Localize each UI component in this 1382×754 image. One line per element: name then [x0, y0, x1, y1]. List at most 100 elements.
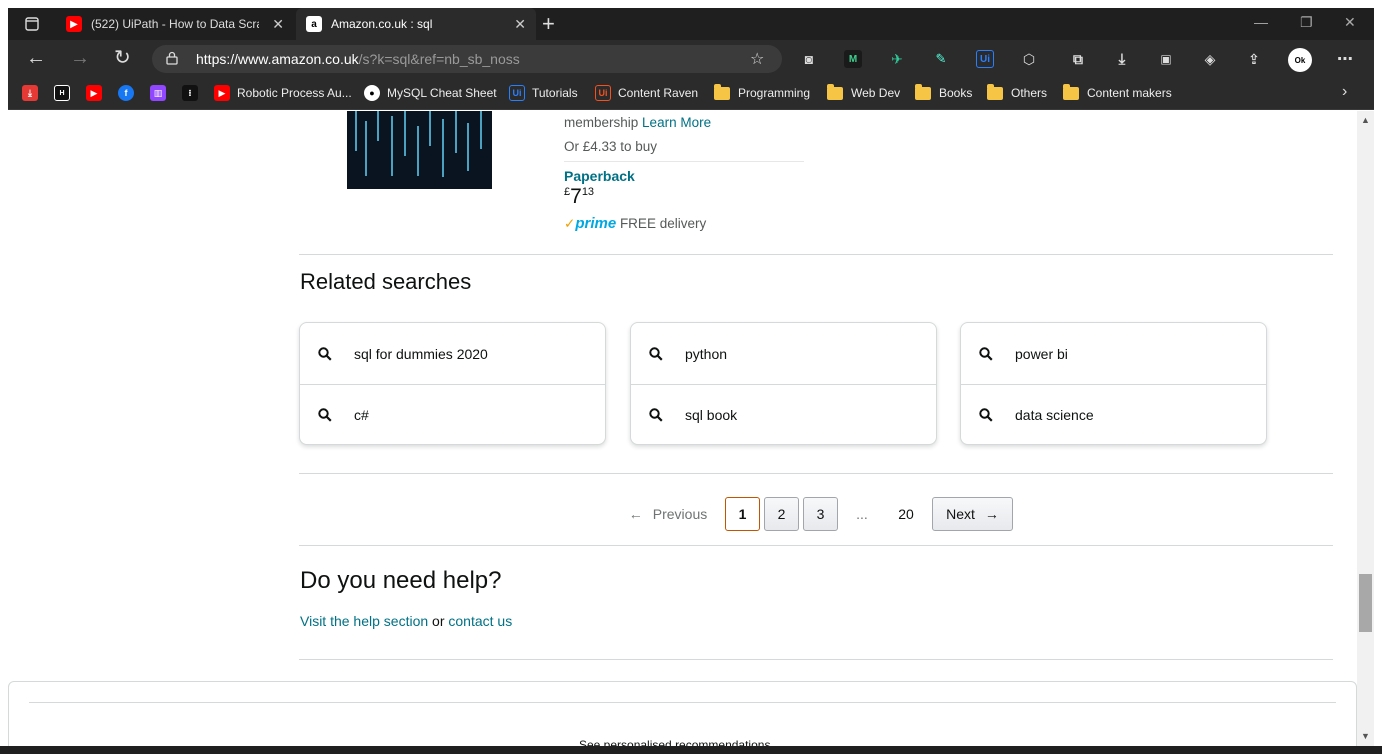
search-icon [979, 408, 993, 422]
bookmark-label: Web Dev [851, 86, 901, 100]
extension-pen-icon[interactable]: ✎ [932, 50, 950, 68]
tab-actions-icon[interactable] [25, 17, 39, 31]
downloads-icon[interactable]: ⤓ [1113, 50, 1131, 68]
bookmark-robotic[interactable]: ▶ Robotic Process Au... [214, 84, 352, 102]
scroll-down-icon[interactable]: ▼ [1361, 731, 1370, 741]
page-3-button[interactable]: 3 [803, 497, 838, 531]
related-search-label: sql for dummies 2020 [354, 345, 488, 362]
bookmark-hackerrank-icon[interactable]: H [54, 84, 77, 102]
bookmark-web-dev[interactable]: Web Dev [827, 83, 901, 102]
bookmark-dots-icon[interactable]: ⁝ [182, 84, 205, 102]
bookmarks-overflow-icon[interactable]: › [1342, 83, 1347, 101]
close-window-icon[interactable]: ✕ [1344, 14, 1356, 31]
address-bar[interactable]: https://www.amazon.co.uk/s?k=sql&ref=nb_… [152, 45, 782, 73]
favorite-add-icon[interactable]: ☆ [750, 49, 764, 69]
back-icon[interactable]: ← [26, 48, 46, 68]
screenshot-icon[interactable]: ◙ [800, 50, 818, 68]
bookmark-books[interactable]: Books [915, 83, 972, 102]
scrollbar-thumb[interactable] [1359, 574, 1372, 632]
divider [29, 702, 1336, 703]
related-search-label: data science [1015, 407, 1094, 423]
browser-essentials-icon[interactable]: ◈ [1201, 50, 1219, 68]
divider [564, 161, 804, 162]
or-text: or [432, 613, 445, 629]
tab-title: Amazon.co.uk : sql [331, 17, 433, 31]
delivery-text: FREE delivery [619, 216, 707, 231]
uipath-icon: Ui [595, 85, 611, 101]
collections-icon[interactable]: ⧉ [1069, 50, 1087, 68]
more-menu-icon[interactable]: ⋯ [1336, 50, 1354, 68]
lock-icon[interactable] [166, 51, 178, 65]
math-solver-icon[interactable]: ▣ [1157, 50, 1175, 68]
bookmark-facebook-icon[interactable]: f [118, 84, 141, 102]
related-search-item[interactable]: sql book [631, 384, 936, 445]
related-search-label: python [685, 345, 728, 362]
membership-text: membership [564, 115, 639, 130]
product-image[interactable] [347, 111, 492, 189]
pagination-ellipsis: ... [856, 506, 868, 522]
bookmark-label: Others [1011, 86, 1048, 100]
page-content: membership Learn More Or £4.33 to buy Pa… [0, 111, 1357, 754]
previous-label: Previous [652, 506, 708, 522]
forward-icon[interactable]: → [70, 48, 90, 68]
minimize-icon[interactable]: — [1254, 14, 1268, 30]
tab-uipath[interactable]: ▶ (522) UiPath - How to Data Scraping ✕ [56, 8, 294, 40]
folder-icon [714, 83, 730, 100]
recommendations-box: See personalised recommendations [8, 681, 1357, 754]
search-icon [649, 408, 663, 422]
share-icon[interactable]: ⇪ [1245, 50, 1263, 68]
extension-bird-icon[interactable]: ✈ [888, 50, 906, 68]
uipath-extension-icon[interactable]: Ui [976, 50, 994, 68]
url-text: https://www.amazon.co.uk/s?k=sql&ref=nb_… [196, 51, 520, 67]
membership-line: membership Learn More [564, 115, 711, 130]
extension-m-icon[interactable]: M [844, 50, 862, 68]
bookmark-download-icon[interactable]: ⤓ [22, 84, 45, 102]
bookmark-mysql[interactable]: ● MySQL Cheat Sheet [364, 84, 497, 102]
folder-icon [827, 83, 843, 100]
related-search-item[interactable]: sql for dummies 2020 [300, 323, 605, 384]
next-page-button[interactable]: Next → [932, 497, 1013, 531]
scroll-up-icon[interactable]: ▲ [1361, 115, 1370, 125]
bookmark-content-makers[interactable]: Content makers [1063, 83, 1172, 102]
prime-check-icon: ✓ [564, 216, 576, 231]
page-1-button[interactable]: 1 [725, 497, 760, 531]
uipath-icon: Ui [509, 85, 525, 101]
bookmark-tutorials[interactable]: Ui Tutorials [509, 84, 578, 102]
related-search-item[interactable]: python [631, 323, 936, 384]
bookmark-youtube-icon[interactable]: ▶ [86, 84, 109, 102]
refresh-icon[interactable]: ↻ [114, 48, 131, 68]
related-card: power bi data science [960, 322, 1267, 445]
close-tab-icon[interactable]: ✕ [514, 16, 526, 33]
bookmark-twitch-icon[interactable]: ▥ [150, 84, 173, 102]
page-2-button[interactable]: 2 [764, 497, 799, 531]
close-tab-icon[interactable]: ✕ [272, 16, 284, 33]
bookmark-label: Tutorials [532, 86, 578, 100]
help-links: Visit the help section or contact us [300, 613, 512, 629]
page-20-button[interactable]: 20 [888, 497, 924, 531]
previous-page-button[interactable]: ← Previous [620, 497, 716, 531]
related-search-item[interactable]: data science [961, 384, 1266, 445]
restore-icon[interactable]: ❐ [1300, 14, 1313, 31]
bookmark-content-raven[interactable]: Ui Content Raven [595, 84, 698, 102]
search-icon [649, 346, 663, 361]
youtube-icon: ▶ [214, 85, 230, 101]
new-tab-button[interactable]: + [542, 11, 555, 37]
extensions-icon[interactable]: ⬡ [1020, 50, 1038, 68]
arrow-left-icon: ← [628, 506, 643, 522]
search-icon [318, 408, 332, 422]
contact-us-link[interactable]: contact us [448, 613, 512, 629]
profile-avatar[interactable]: Ok [1288, 48, 1312, 72]
related-search-item[interactable]: c# [300, 384, 605, 445]
help-section-link[interactable]: Visit the help section [300, 613, 428, 629]
bookmark-others[interactable]: Others [987, 83, 1048, 102]
divider [299, 254, 1333, 255]
format-link[interactable]: Paperback [564, 168, 635, 184]
learn-more-link[interactable]: Learn More [642, 115, 711, 130]
related-card: sql for dummies 2020 c# [299, 322, 606, 445]
bookmark-programming[interactable]: Programming [714, 83, 810, 102]
tab-strip: ▶ (522) UiPath - How to Data Scraping ✕ … [8, 8, 1374, 40]
tab-amazon[interactable]: a Amazon.co.uk : sql ✕ [296, 8, 536, 40]
vertical-scrollbar[interactable]: ▲ ▼ [1357, 111, 1374, 754]
related-search-label: c# [354, 407, 369, 423]
related-search-item[interactable]: power bi [961, 323, 1266, 384]
